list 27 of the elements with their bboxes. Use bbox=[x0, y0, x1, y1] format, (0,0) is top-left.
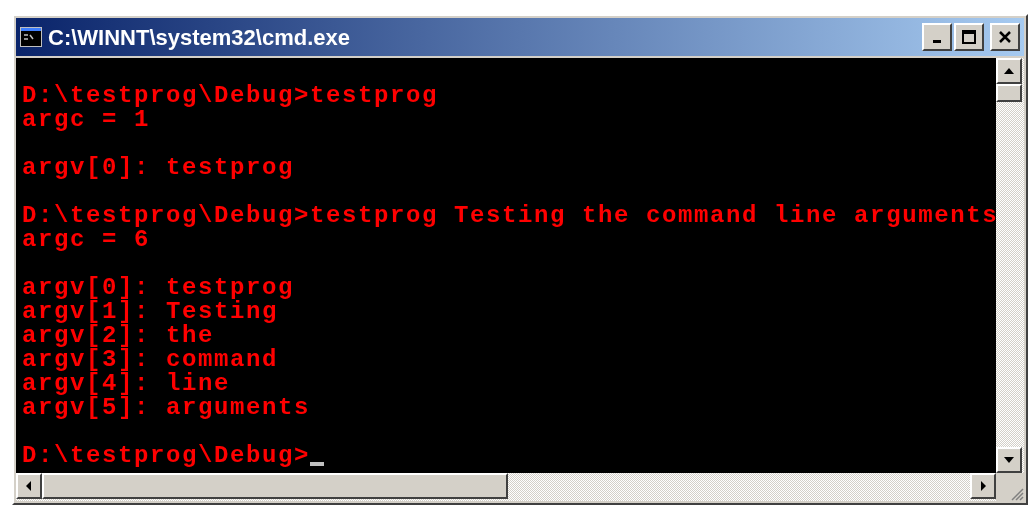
maximize-icon bbox=[962, 30, 976, 44]
scroll-down-button[interactable] bbox=[996, 447, 1022, 473]
scroll-thumb[interactable] bbox=[42, 473, 508, 499]
console-line: D:\testprog\Debug>testprog bbox=[22, 84, 439, 108]
console-line: argv[3]: command bbox=[22, 348, 279, 372]
scroll-up-button[interactable] bbox=[996, 58, 1022, 84]
console-line: argv[0]: testprog bbox=[22, 156, 295, 180]
window-title: C:\WINNT\system32\cmd.exe bbox=[48, 23, 351, 52]
console-line: argv[5]: arguments bbox=[22, 396, 311, 420]
close-icon bbox=[998, 30, 1012, 44]
console-line: D:\testprog\Debug>testprog Testing the command line arguments bbox=[22, 204, 996, 228]
console-app-icon bbox=[20, 27, 42, 47]
size-grip-icon bbox=[1010, 487, 1024, 501]
scroll-left-button[interactable] bbox=[16, 473, 42, 499]
close-button[interactable] bbox=[990, 23, 1020, 51]
scroll-thumb[interactable] bbox=[996, 84, 1022, 102]
minimize-icon bbox=[933, 40, 941, 43]
console-line: argv[4]: line bbox=[22, 372, 231, 396]
console-line: D:\testprog\Debug> bbox=[22, 444, 311, 468]
console-line: argc = 6 bbox=[22, 228, 151, 252]
minimize-button[interactable] bbox=[922, 23, 952, 51]
console-line: argv[2]: the bbox=[22, 324, 215, 348]
maximize-button[interactable] bbox=[954, 23, 984, 51]
console-line: argv[1]: Testing bbox=[22, 300, 279, 324]
console-line: argv[0]: testprog bbox=[22, 276, 295, 300]
scroll-right-button[interactable] bbox=[970, 473, 996, 499]
console-line: argc = 1 bbox=[22, 108, 151, 132]
